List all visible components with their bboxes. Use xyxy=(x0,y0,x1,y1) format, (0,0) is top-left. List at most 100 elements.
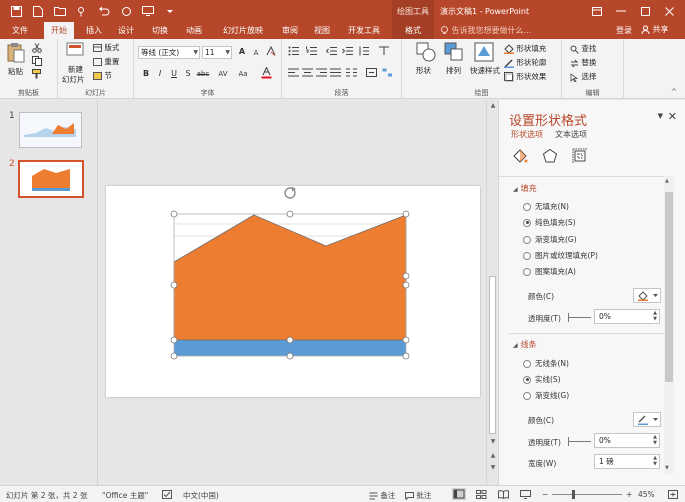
fill-color-picker[interactable] xyxy=(633,288,661,303)
character-spacing-icon[interactable]: AV xyxy=(216,68,230,80)
radio-no-line[interactable]: 无线条(N) xyxy=(523,358,569,369)
underline-icon[interactable]: U xyxy=(168,68,180,80)
resize-handle-top-right[interactable] xyxy=(402,210,410,218)
spinner-arrows-icon[interactable]: ▲ ▼ xyxy=(653,434,657,446)
collapse-ribbon-icon[interactable]: ^ xyxy=(671,88,677,96)
spelling-check-icon[interactable] xyxy=(162,490,172,501)
select-button[interactable]: 选择 xyxy=(570,71,596,82)
tab-home[interactable]: 开始 xyxy=(44,22,74,39)
font-name-combo[interactable]: 等线 (正文) ▼ xyxy=(138,46,200,59)
fill-transparency-slider[interactable] xyxy=(568,313,591,322)
line-transparency-slider[interactable] xyxy=(568,437,591,446)
resize-handle-right[interactable] xyxy=(402,281,410,289)
shape-outline-button[interactable]: 形状轮廓 xyxy=(504,57,546,68)
find-button[interactable]: 查找 xyxy=(570,43,596,54)
pane-options-chevron-icon[interactable]: ▼ xyxy=(658,112,663,120)
copy-icon[interactable] xyxy=(32,56,42,68)
tab-review[interactable]: 审阅 xyxy=(278,22,302,39)
zoom-slider-thumb[interactable] xyxy=(572,490,575,499)
zoom-slider[interactable] xyxy=(552,494,622,495)
section-button[interactable]: 节 xyxy=(93,70,112,81)
radio-solid-fill[interactable]: 纯色填充(S) xyxy=(523,217,576,228)
tell-me-box[interactable]: 告诉我您想要做什么... xyxy=(440,25,531,36)
rotate-handle[interactable] xyxy=(284,186,296,199)
undo-icon[interactable] xyxy=(94,3,114,19)
normal-view-icon[interactable] xyxy=(452,488,466,500)
increase-indent-icon[interactable] xyxy=(342,46,354,58)
italic-icon[interactable]: I xyxy=(154,68,166,80)
next-slide-icon[interactable]: ▼ xyxy=(488,464,498,471)
language-status[interactable]: 中文(中国) xyxy=(183,490,219,501)
slideshow-start-icon[interactable] xyxy=(138,3,158,19)
align-right-icon[interactable] xyxy=(316,68,327,79)
radio-no-fill[interactable]: 无填充(N) xyxy=(523,201,569,212)
tab-animations[interactable]: 动画 xyxy=(182,22,206,39)
quick-styles-button[interactable] xyxy=(474,42,494,64)
align-left-icon[interactable] xyxy=(288,68,299,79)
scroll-up-icon[interactable]: ▲ xyxy=(665,178,669,184)
open-folder-icon[interactable] xyxy=(50,3,70,19)
touch-mode-icon[interactable] xyxy=(72,3,92,19)
new-slide-button[interactable] xyxy=(66,42,84,64)
fill-and-line-icon[interactable] xyxy=(511,147,529,165)
text-direction-icon[interactable] xyxy=(378,46,390,58)
tab-design[interactable]: 设计 xyxy=(114,22,138,39)
tab-shape-options[interactable]: 形状选项 xyxy=(511,129,543,140)
effects-pentagon-icon[interactable] xyxy=(541,147,559,165)
resize-handle-bottom-right[interactable] xyxy=(402,352,410,360)
share-button[interactable]: 共享 xyxy=(641,24,669,35)
slide-sorter-view-icon[interactable] xyxy=(476,490,487,501)
slide-vertical-scrollbar[interactable]: ▲ ▼ ▲ ▼ xyxy=(486,100,498,485)
strikethrough-icon[interactable]: abc xyxy=(194,68,212,80)
shapes-button[interactable] xyxy=(416,42,436,64)
line-spacing-icon[interactable] xyxy=(358,46,370,58)
maximize-icon[interactable] xyxy=(633,2,657,20)
fill-transparency-spinner[interactable]: 0% ▲ ▼ xyxy=(594,309,660,324)
radio-pattern-fill[interactable]: 图案填充(A) xyxy=(523,266,576,277)
grow-font-icon[interactable]: A xyxy=(236,46,248,58)
zoom-out-icon[interactable]: − xyxy=(542,490,548,499)
cut-icon[interactable] xyxy=(32,43,42,55)
replace-button[interactable]: 替换 xyxy=(570,57,596,68)
redo-icon[interactable] xyxy=(116,3,136,19)
arrange-button[interactable] xyxy=(444,42,464,64)
orange-freeform-shape[interactable] xyxy=(173,214,407,341)
scroll-up-icon[interactable]: ▲ xyxy=(488,102,498,109)
resize-handle-top[interactable] xyxy=(286,210,294,218)
resize-handle-top-left[interactable] xyxy=(170,210,178,218)
numbering-icon[interactable] xyxy=(306,46,318,58)
font-color-icon[interactable] xyxy=(260,66,272,79)
resize-handle-inner-left[interactable] xyxy=(170,336,178,344)
tab-transitions[interactable]: 切换 xyxy=(148,22,172,39)
tab-text-options[interactable]: 文本选项 xyxy=(555,129,587,140)
scroll-down-icon[interactable]: ▼ xyxy=(665,465,669,471)
ribbon-display-options-icon[interactable] xyxy=(585,2,609,20)
radio-solid-line[interactable]: 实线(S) xyxy=(523,374,561,385)
font-size-combo[interactable]: 11 ▼ xyxy=(202,46,232,59)
tab-view[interactable]: 视图 xyxy=(310,22,334,39)
align-center-icon[interactable] xyxy=(302,68,313,79)
resize-handle-bottom-left[interactable] xyxy=(170,352,178,360)
sign-in-link[interactable]: 登录 xyxy=(616,25,632,36)
slide-thumbnail-2[interactable] xyxy=(18,160,84,198)
line-width-spinner[interactable]: 1 磅 ▲ ▼ xyxy=(594,454,660,469)
columns-icon[interactable] xyxy=(346,68,357,79)
paste-button[interactable] xyxy=(6,42,26,66)
bold-icon[interactable]: B xyxy=(140,68,152,80)
scrollbar-thumb[interactable] xyxy=(489,276,496,434)
reading-view-icon[interactable] xyxy=(498,490,509,501)
spinner-arrows-icon[interactable]: ▲ ▼ xyxy=(653,455,657,467)
new-document-icon[interactable] xyxy=(28,3,48,19)
pane-scrollbar-thumb[interactable] xyxy=(665,192,673,382)
radio-gradient-fill[interactable]: 渐变填充(G) xyxy=(523,234,577,245)
smartart-icon[interactable] xyxy=(382,68,393,79)
tab-slideshow[interactable]: 幻灯片放映 xyxy=(218,22,268,39)
save-icon[interactable] xyxy=(6,3,26,19)
minimize-icon[interactable] xyxy=(609,2,633,20)
notes-button[interactable]: 备注 xyxy=(369,490,395,501)
tab-format[interactable]: 格式 xyxy=(392,22,434,39)
slide-canvas[interactable] xyxy=(106,186,480,397)
tab-insert[interactable]: 插入 xyxy=(82,22,106,39)
shrink-font-icon[interactable]: A xyxy=(250,47,262,59)
close-window-icon[interactable] xyxy=(657,2,681,20)
